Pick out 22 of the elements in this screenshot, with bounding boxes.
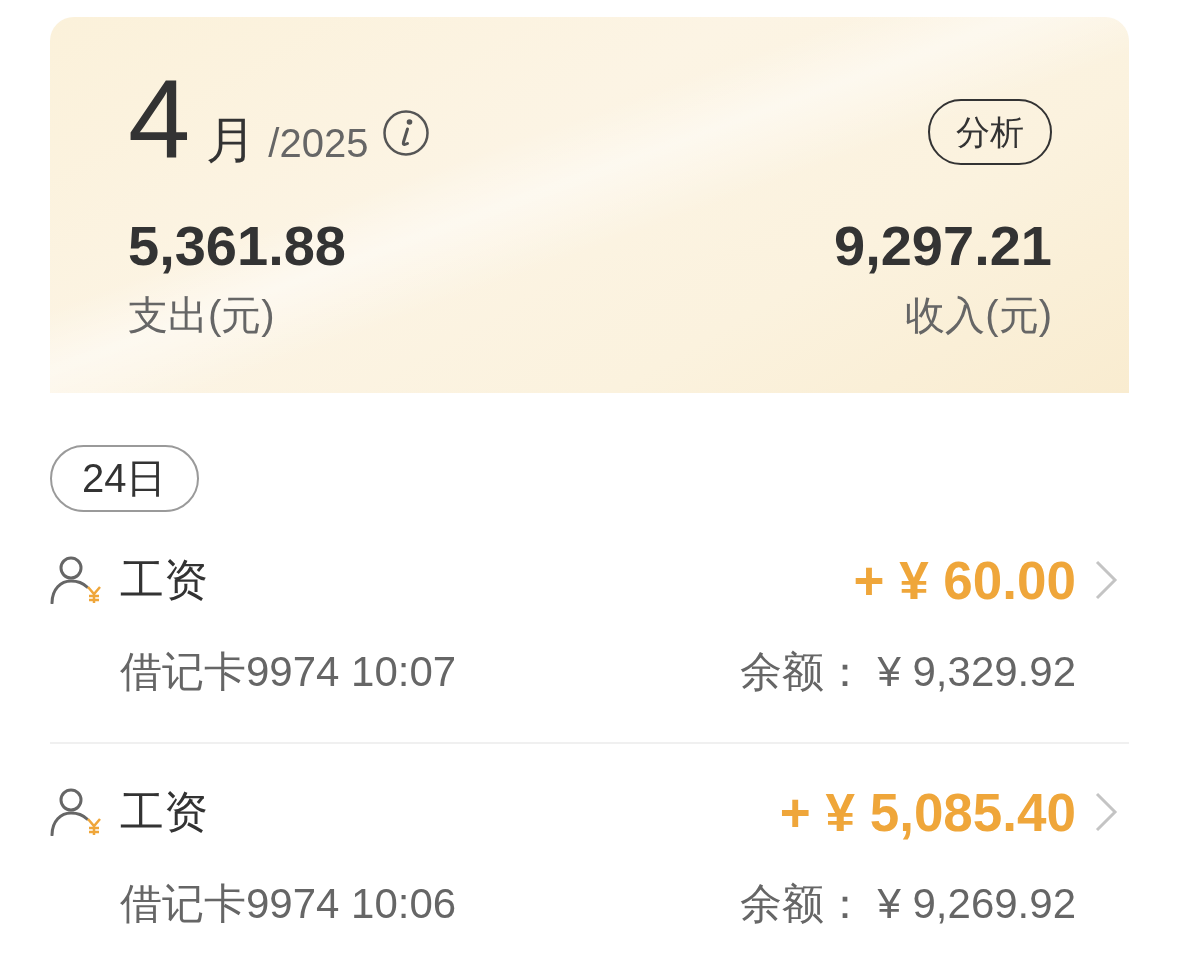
expense-amount: 5,361.88 [128, 218, 346, 274]
income-amount: 9,297.21 [834, 218, 1052, 274]
expense-label: 支出(元) [128, 292, 275, 339]
info-icon[interactable] [382, 109, 431, 157]
income-label: 收入(元) [905, 292, 1052, 339]
chevron-right-icon [1094, 791, 1118, 833]
month-unit: 月 [206, 115, 257, 165]
chevron-right-icon [1094, 559, 1118, 601]
person-yen-icon [50, 556, 102, 604]
account-time: 借记卡9974 10:06 [120, 878, 457, 929]
analysis-button[interactable]: 分析 [928, 99, 1052, 165]
transaction-amount: + ¥ 60.00 [853, 553, 1076, 607]
person-yen-icon [50, 788, 102, 836]
balance-text: 余额： ¥ 9,269.92 [739, 878, 1076, 929]
transaction-amount: + ¥ 5,085.40 [779, 785, 1076, 839]
year-text: /2025 [268, 123, 369, 163]
month-number: 4 [128, 63, 191, 175]
category-name: 工资 [120, 553, 208, 606]
balance-text: 余额： ¥ 9,329.92 [739, 646, 1076, 697]
date-label: 24日 [50, 445, 199, 512]
category-name: 工资 [120, 785, 208, 838]
account-time: 借记卡9974 10:07 [120, 646, 457, 697]
